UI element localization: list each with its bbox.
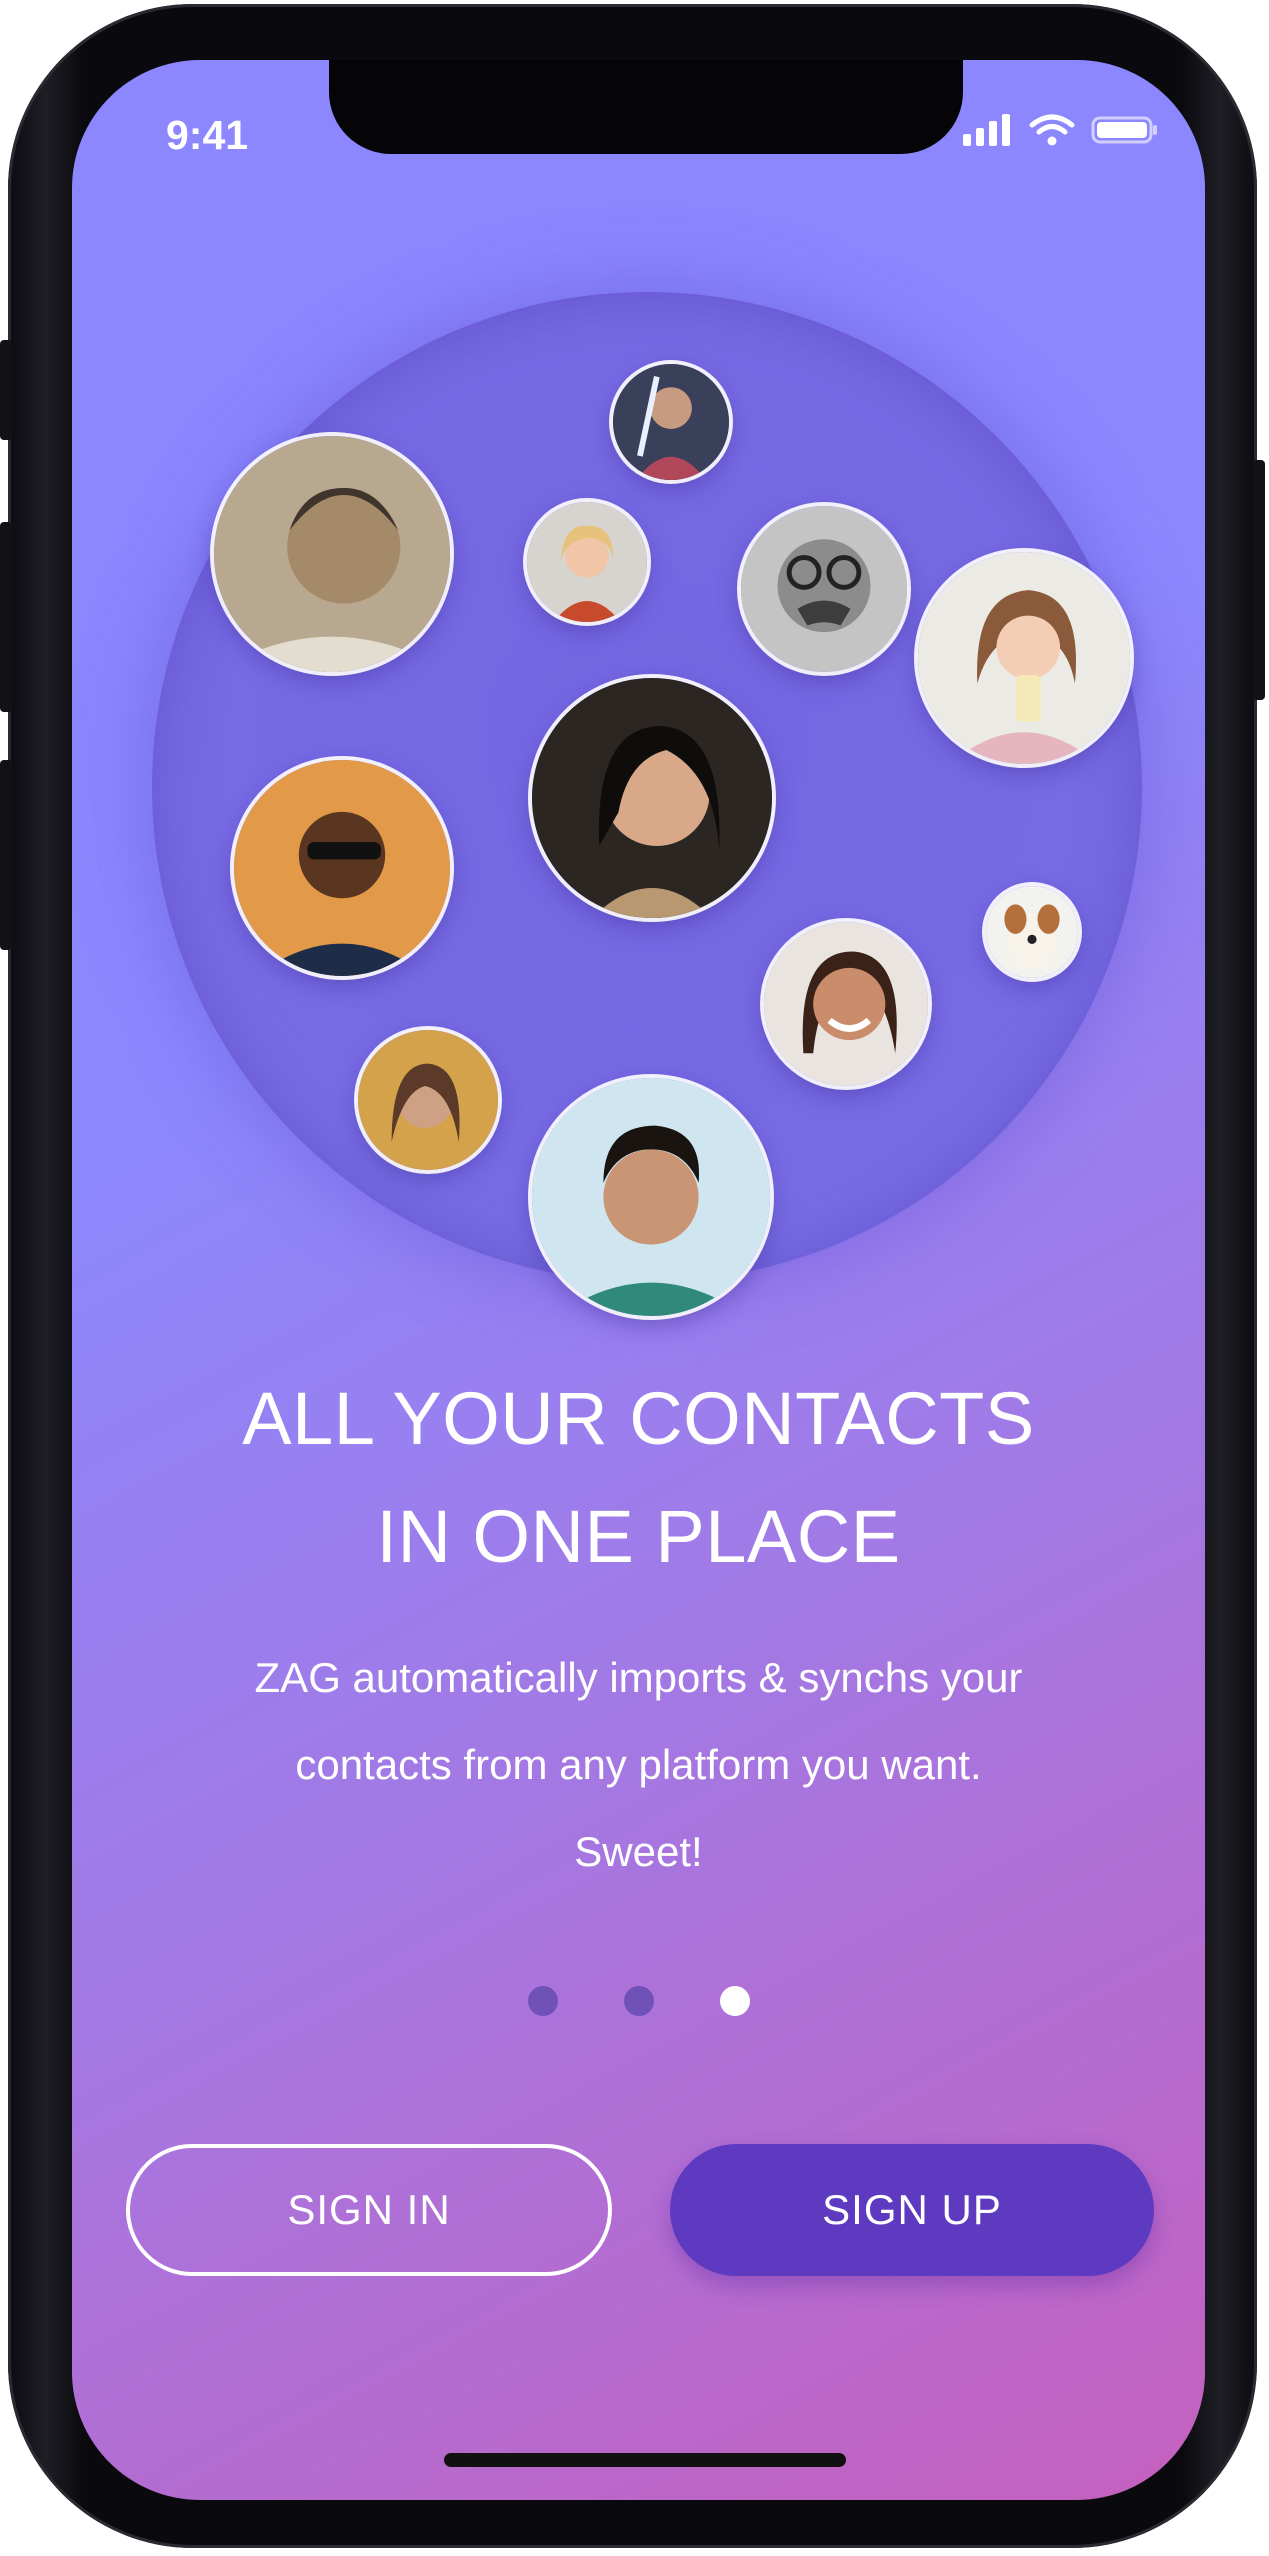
volume-up-button: [0, 522, 12, 712]
sign-in-button[interactable]: SIGN IN: [126, 2144, 612, 2276]
page-dot-2[interactable]: [623, 1986, 654, 2016]
contact-avatar: [234, 760, 450, 976]
notch: [329, 60, 963, 154]
status-time: 9:41: [166, 112, 249, 158]
volume-down-button: [0, 760, 12, 950]
contact-avatar: [741, 506, 907, 672]
contact-avatar: [527, 502, 647, 622]
contact-avatar: [764, 922, 928, 1086]
description-line-1: ZAG automatically imports & synchs your: [254, 1654, 1023, 1701]
headline-line-1: ALL YOUR CONTACTS: [242, 1377, 1035, 1460]
onboarding-screen: 9:41 ALL YOUR CONTACTS IN ONE PLACE ZAG …: [72, 60, 1205, 2500]
page-dot-3-active[interactable]: [719, 1986, 750, 2016]
contact-avatar: [532, 1078, 770, 1316]
contact-avatar: [214, 436, 450, 672]
contact-avatar: [532, 678, 772, 918]
phone-frame: 9:41 ALL YOUR CONTACTS IN ONE PLACE ZAG …: [0, 4, 1265, 2548]
onboarding-headline: ALL YOUR CONTACTS IN ONE PLACE: [72, 1360, 1205, 1596]
description-line-2: contacts from any platform you want.: [295, 1741, 982, 1788]
power-button: [1253, 460, 1265, 700]
sign-up-button[interactable]: SIGN UP: [670, 2144, 1154, 2276]
mute-switch: [0, 340, 12, 440]
home-indicator[interactable]: [444, 2453, 846, 2467]
headline-line-2: IN ONE PLACE: [376, 1495, 901, 1578]
contact-avatar: [358, 1030, 498, 1170]
battery-icon: [1091, 116, 1157, 144]
page-dot-1[interactable]: [527, 1986, 558, 2016]
signal-icon: [963, 114, 1010, 146]
contact-avatar: [918, 552, 1130, 764]
wifi-icon: [1029, 114, 1075, 146]
contact-avatar: [986, 886, 1078, 978]
onboarding-description: ZAG automatically imports & synchs your …: [132, 1634, 1145, 1895]
page-indicator: [72, 1986, 1205, 2016]
description-line-3: Sweet!: [574, 1828, 703, 1875]
contact-avatar: [613, 364, 729, 480]
status-icons: [961, 114, 1159, 146]
